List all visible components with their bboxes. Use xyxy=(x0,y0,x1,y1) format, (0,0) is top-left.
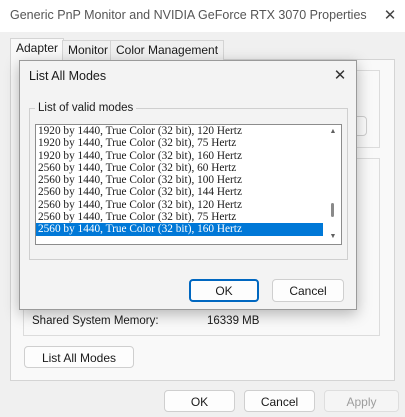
dialog-title-bar: List All Modes ✕ xyxy=(20,61,356,91)
modes-scrollbar[interactable]: ▲ ▼ xyxy=(325,125,341,244)
list-item[interactable]: 2560 by 1440, True Color (32 bit), 100 H… xyxy=(36,174,323,186)
list-item[interactable]: 2560 by 1440, True Color (32 bit), 120 H… xyxy=(36,199,323,211)
cancel-button[interactable]: Cancel xyxy=(244,390,315,412)
scroll-down-arrow-icon[interactable]: ▼ xyxy=(328,233,338,241)
dialog-title: List All Modes xyxy=(29,69,107,83)
tab-adapter[interactable]: Adapter xyxy=(10,38,65,60)
tab-monitor[interactable]: Monitor xyxy=(62,40,115,60)
dialog-cancel-button[interactable]: Cancel xyxy=(272,279,344,302)
tab-color-management[interactable]: Color Management xyxy=(110,40,225,60)
dialog-close-icon[interactable]: ✕ xyxy=(329,66,351,86)
window-title: Generic PnP Monitor and NVIDIA GeForce R… xyxy=(10,8,367,22)
list-item[interactable]: 1920 by 1440, True Color (32 bit), 160 H… xyxy=(36,150,323,162)
scroll-up-arrow-icon[interactable]: ▲ xyxy=(328,128,338,136)
list-item-selected[interactable]: 2560 by 1440, True Color (32 bit), 160 H… xyxy=(36,223,323,236)
window-title-bar: Generic PnP Monitor and NVIDIA GeForce R… xyxy=(0,0,405,32)
list-all-modes-button[interactable]: List All Modes xyxy=(24,346,134,368)
modes-list: 1920 by 1440, True Color (32 bit), 120 H… xyxy=(36,125,323,236)
scrollbar-thumb[interactable] xyxy=(331,203,334,217)
modes-listbox[interactable]: 1920 by 1440, True Color (32 bit), 120 H… xyxy=(35,124,342,245)
shared-memory-value: 16339 MB xyxy=(207,315,260,327)
valid-modes-group-label: List of valid modes xyxy=(35,102,137,114)
list-item[interactable]: 2560 by 1440, True Color (32 bit), 75 He… xyxy=(36,211,323,223)
close-icon[interactable]: ✕ xyxy=(378,6,402,26)
dialog-ok-button[interactable]: OK xyxy=(189,279,259,302)
shared-memory-label: Shared System Memory: xyxy=(32,315,159,327)
list-item[interactable]: 1920 by 1440, True Color (32 bit), 120 H… xyxy=(36,125,323,137)
list-item[interactable]: 1920 by 1440, True Color (32 bit), 75 He… xyxy=(36,137,323,149)
list-all-modes-dialog: List All Modes ✕ List of valid modes 192… xyxy=(19,60,357,310)
ok-button[interactable]: OK xyxy=(164,390,235,412)
apply-button[interactable]: Apply xyxy=(324,390,399,412)
list-item[interactable]: 2560 by 1440, True Color (32 bit), 144 H… xyxy=(36,186,323,198)
list-item[interactable]: 2560 by 1440, True Color (32 bit), 60 He… xyxy=(36,162,323,174)
